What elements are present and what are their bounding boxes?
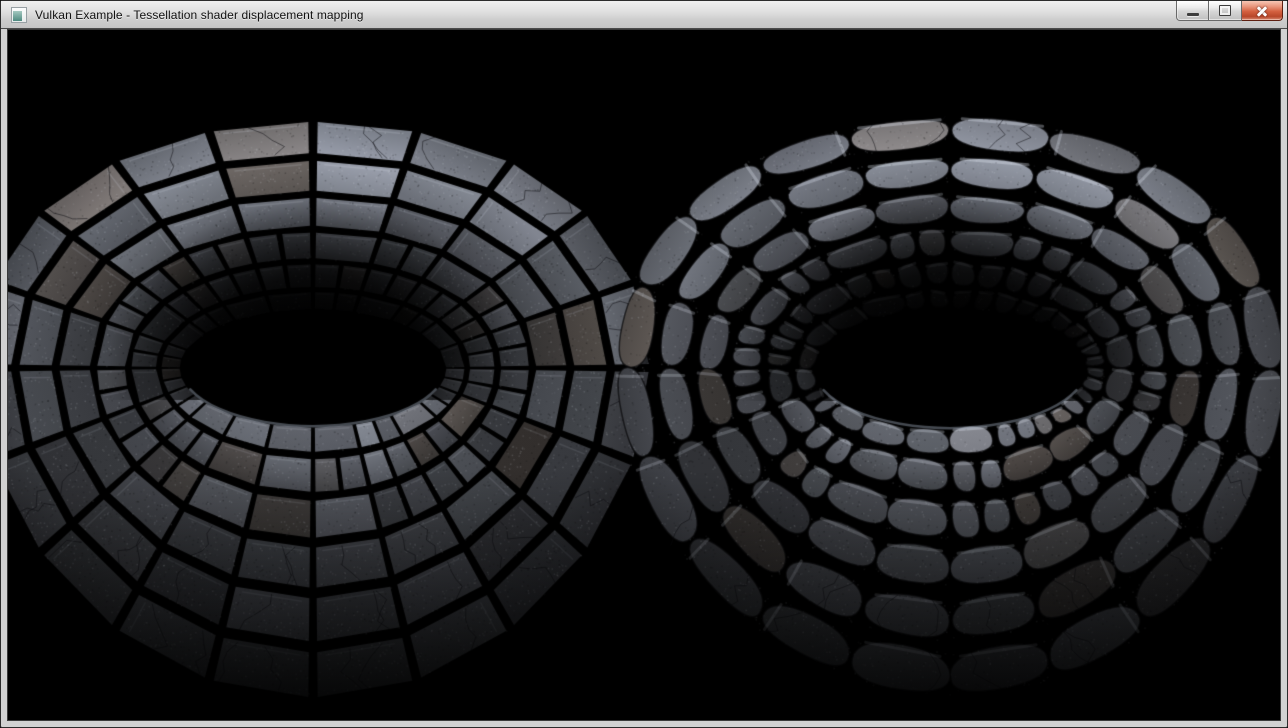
app-icon-glyph	[13, 11, 22, 21]
minimize-button[interactable]	[1176, 1, 1209, 21]
minimize-icon	[1187, 13, 1199, 16]
app-window: Vulkan Example - Tessellation shader dis…	[0, 0, 1288, 728]
close-button[interactable]	[1242, 1, 1283, 21]
window-titlebar[interactable]: Vulkan Example - Tessellation shader dis…	[1, 1, 1287, 29]
app-icon	[11, 7, 27, 23]
window-controls	[1176, 1, 1283, 22]
close-icon	[1255, 5, 1269, 17]
render-area	[7, 29, 1281, 721]
window-title: Vulkan Example - Tessellation shader dis…	[35, 8, 364, 22]
render-viewport[interactable]	[8, 30, 1280, 720]
maximize-button[interactable]	[1209, 1, 1242, 21]
maximize-icon	[1219, 5, 1231, 16]
